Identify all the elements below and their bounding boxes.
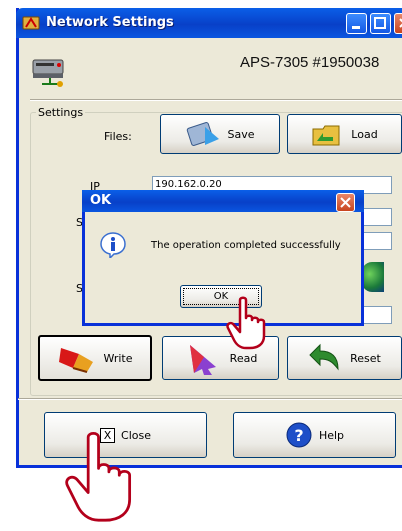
minimize-icon [352, 26, 360, 29]
load-button[interactable]: Load [287, 114, 402, 154]
window-close-button[interactable] [394, 13, 402, 34]
hand-pointer-icon [226, 296, 266, 350]
svg-text:?: ? [294, 426, 303, 445]
help-button[interactable]: ? Help [233, 412, 396, 458]
close-icon [399, 18, 402, 28]
window-title: Network Settings [46, 15, 174, 30]
write-button[interactable]: Write [38, 335, 152, 381]
save-disk-icon [187, 122, 220, 146]
header-divider [30, 99, 402, 101]
dialog-title: OK [90, 193, 112, 208]
load-label: Load [351, 127, 378, 141]
footer-divider [18, 398, 402, 400]
write-label: Write [103, 351, 133, 365]
write-eraser-icon [59, 348, 94, 373]
network-settings-icon [22, 16, 40, 30]
close-icon [340, 197, 351, 208]
hand-pointer-icon [65, 432, 132, 522]
dialog-message: The operation completed successfully [151, 240, 341, 251]
save-button[interactable]: Save [160, 114, 280, 154]
reset-button[interactable]: Reset [287, 336, 402, 380]
help-icon: ? [286, 422, 312, 448]
reset-arrow-icon [309, 343, 339, 371]
window-titlebar[interactable]: Network Settings [16, 8, 402, 38]
save-label: Save [227, 127, 255, 141]
read-label: Read [229, 351, 258, 365]
settings-group-label: Settings [36, 106, 86, 119]
info-icon [100, 232, 126, 258]
reset-label: Reset [350, 351, 381, 365]
open-folder-icon [312, 125, 340, 146]
maximize-icon [374, 17, 386, 29]
read-arrow-icon [189, 345, 216, 375]
help-label: Help [318, 428, 345, 442]
files-label: Files: [104, 130, 132, 143]
dialog-titlebar[interactable] [82, 190, 364, 212]
minimize-button[interactable] [346, 13, 367, 34]
dialog-close-button[interactable] [336, 193, 355, 212]
device-model-label: APS-7305 #1950038 [240, 54, 380, 71]
maximize-button[interactable] [370, 13, 391, 34]
network-device-icon [32, 59, 64, 87]
